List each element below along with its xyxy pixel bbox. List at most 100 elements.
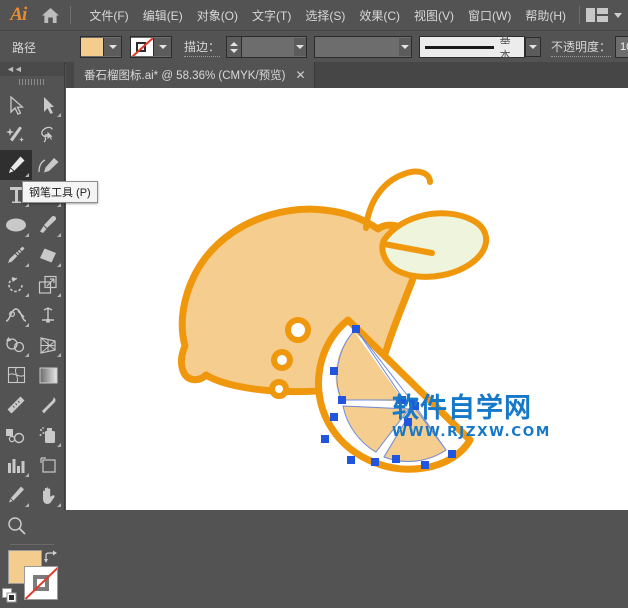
tool-column-graph[interactable]: [0, 450, 32, 480]
menu-items: 文件(F) 编辑(E) 对象(O) 文字(T) 选择(S) 效果(C) 视图(V…: [82, 4, 573, 27]
stroke-weight-chevron-down-icon[interactable]: [294, 38, 307, 56]
brush-definition-control[interactable]: 基本: [419, 34, 542, 62]
watermark-site-name: 软件自学网: [392, 393, 532, 424]
tool-group-corner-icon: [57, 113, 61, 117]
guava-leaf: [379, 210, 490, 280]
tools-grid: [0, 88, 64, 540]
opacity-input[interactable]: [616, 38, 628, 56]
fill-dropdown-chevron-down-icon[interactable]: [104, 38, 122, 56]
tool-group-corner-icon: [57, 233, 61, 237]
menu-item-view[interactable]: 视图(V): [407, 4, 461, 27]
tool-eyedropper[interactable]: [32, 390, 64, 420]
stroke-profile-field[interactable]: [314, 36, 413, 58]
tool-lasso[interactable]: [32, 120, 64, 150]
fill-swatch[interactable]: [81, 38, 105, 56]
document-tab-close-icon[interactable]: ✕: [295, 69, 305, 81]
stroke-weight-stepper[interactable]: [226, 36, 242, 58]
brush-stroke-preview-icon: [425, 45, 494, 49]
menu-item-type[interactable]: 文字(T): [245, 4, 298, 27]
tool-free-transform[interactable]: [32, 300, 64, 330]
tools-panel-grip[interactable]: [0, 76, 64, 88]
tool-slot-empty: [32, 510, 64, 540]
tool-curvature[interactable]: [32, 150, 64, 180]
opacity-label[interactable]: 不透明度：: [551, 38, 612, 57]
tool-width[interactable]: [0, 300, 32, 330]
menubar-right-divider: [579, 6, 581, 24]
stroke-weight-label[interactable]: 描边：: [184, 38, 221, 57]
stroke-weight-control[interactable]: [226, 36, 308, 58]
tool-shape-builder[interactable]: [0, 330, 32, 360]
brush-definition-label: 基本: [499, 34, 511, 62]
collapse-panel-icon[interactable]: ◄◄: [6, 64, 23, 74]
tool-group-corner-icon: [57, 203, 61, 207]
menu-item-file[interactable]: 文件(F): [82, 4, 135, 27]
stroke-swatch-none[interactable]: [131, 38, 155, 56]
stroke-dropdown-chevron-down-icon[interactable]: [154, 38, 172, 56]
fill-color-control[interactable]: [80, 36, 123, 58]
tool-paintbrush[interactable]: [32, 210, 64, 240]
tool-ellipse[interactable]: [0, 210, 32, 240]
tool-eraser[interactable]: [32, 240, 64, 270]
tool-group-corner-icon: [25, 233, 29, 237]
control-bar: 路径 描边： 基本 不透明度： 10: [0, 30, 628, 64]
menu-item-help[interactable]: 帮助(H): [518, 4, 573, 27]
brush-definition-field[interactable]: 基本: [419, 34, 526, 62]
tool-selection[interactable]: [0, 90, 32, 120]
tools-panel-header[interactable]: ◄◄: [0, 62, 64, 76]
tool-group-corner-icon: [57, 353, 61, 357]
stroke-profile-input[interactable]: [315, 38, 400, 56]
stroke-profile-chevron-down-icon[interactable]: [399, 38, 412, 56]
menu-item-select[interactable]: 选择(S): [298, 4, 352, 27]
menu-item-edit[interactable]: 编辑(E): [136, 4, 190, 27]
tool-mesh[interactable]: [0, 360, 32, 390]
menu-item-object[interactable]: 对象(O): [190, 4, 245, 27]
swap-fill-stroke-icon[interactable]: [44, 550, 58, 569]
stroke-weight-field[interactable]: [241, 36, 308, 58]
tool-group-corner-icon: [25, 473, 29, 477]
tool-blend[interactable]: [0, 420, 32, 450]
workspace-switcher-icon[interactable]: [586, 8, 609, 22]
tool-artboard[interactable]: [32, 450, 64, 480]
menu-divider: [69, 6, 71, 24]
tool-group-corner-icon: [25, 323, 29, 327]
home-icon[interactable]: [37, 0, 64, 30]
tools-panel-divider: [10, 544, 54, 545]
watermark-site-url: WWW.RJZXW.COM: [392, 424, 551, 440]
document-tab-title: 番石榴图标.ai* @ 58.36% (CMYK/预览): [84, 70, 286, 82]
tool-pen[interactable]: [0, 150, 32, 180]
opacity-field[interactable]: [615, 36, 628, 58]
watermark: 软件自学网 WWW.RJZXW.COM: [392, 393, 551, 441]
menu-item-effect[interactable]: 效果(C): [352, 4, 407, 27]
menu-item-window[interactable]: 窗口(W): [461, 4, 518, 27]
tool-measure[interactable]: [0, 390, 32, 420]
artwork-svg: [178, 168, 490, 473]
stroke-color-control[interactable]: [130, 36, 173, 58]
tool-slice[interactable]: [0, 480, 32, 510]
workspace-chevron-down-icon[interactable]: [614, 12, 623, 18]
document-tab[interactable]: 番石榴图标.ai* @ 58.36% (CMYK/预览) ✕: [74, 62, 315, 88]
tool-shaper[interactable]: [0, 240, 32, 270]
tool-group-corner-icon: [25, 263, 29, 267]
tool-rotate[interactable]: [0, 270, 32, 300]
tool-direct-selection[interactable]: [32, 90, 64, 120]
tool-group-corner-icon: [25, 203, 29, 207]
stroke-weight-input[interactable]: [242, 38, 295, 56]
default-fill-stroke-icon[interactable]: [2, 588, 17, 608]
tool-magic-wand[interactable]: [0, 120, 32, 150]
document-canvas[interactable]: 软件自学网 WWW.RJZXW.COM: [66, 88, 628, 510]
tool-hand[interactable]: [32, 480, 64, 510]
tool-symbol-sprayer[interactable]: [32, 420, 64, 450]
tools-panel: ◄◄: [0, 62, 65, 603]
selection-type-label: 路径: [12, 40, 37, 55]
tool-perspective-grid[interactable]: [32, 330, 64, 360]
brush-definition-chevron-down-icon[interactable]: [525, 37, 542, 57]
document-tab-bar: 番石榴图标.ai* @ 58.36% (CMYK/预览) ✕: [66, 62, 628, 88]
fill-stroke-control: [0, 548, 64, 604]
tool-group-corner-icon: [25, 353, 29, 357]
tool-scale[interactable]: [32, 270, 64, 300]
tool-gradient[interactable]: [32, 360, 64, 390]
tool-zoom[interactable]: [0, 510, 32, 540]
tool-group-corner-icon: [57, 263, 61, 267]
tool-group-corner-icon: [57, 443, 61, 447]
toolbar-stroke-swatch-none[interactable]: [24, 566, 58, 600]
